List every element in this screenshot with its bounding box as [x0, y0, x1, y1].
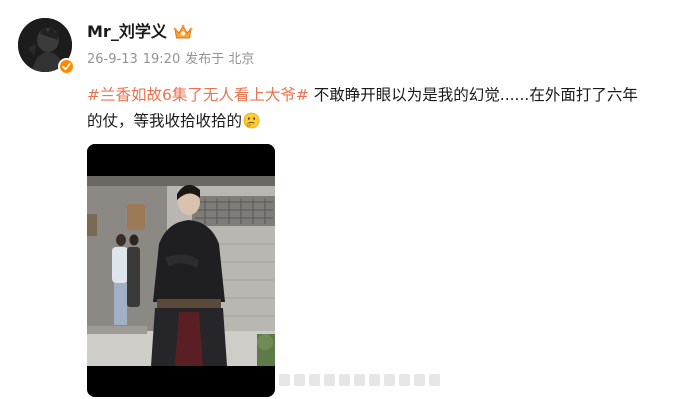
post-meta: 26-9-13 19:20 发布于 北京: [87, 52, 259, 68]
post-location: 发布于 北京: [185, 52, 255, 67]
post-time[interactable]: 19:20: [143, 52, 180, 67]
post-image[interactable]: [87, 144, 275, 397]
verified-badge-icon: [58, 58, 75, 75]
vip-crown-icon[interactable]: [173, 23, 193, 41]
weibo-post: Mr_刘学义 26-9-13 19:20 发布于 北京 #兰香如故6集了无人看上大爷…: [0, 0, 696, 399]
hashtag-link[interactable]: #兰香如故6集了无人看上大爷#: [87, 86, 309, 104]
author-name[interactable]: Mr_刘学义: [87, 22, 167, 42]
post-text-line-1: 不敢睁开眼以为是我的幻觉......在外面打了六年: [308, 86, 638, 104]
post-content: #兰香如故6集了无人看上大爷# 不敢睁开眼以为是我的幻觉......在外面打了六…: [87, 82, 687, 134]
thinking-face-emoji: [243, 112, 260, 129]
faded-trailing-text: [279, 371, 440, 389]
post-text-line-2: 的仗，等我收拾收拾的: [87, 112, 243, 130]
post-date[interactable]: 26-9-13: [87, 52, 138, 67]
